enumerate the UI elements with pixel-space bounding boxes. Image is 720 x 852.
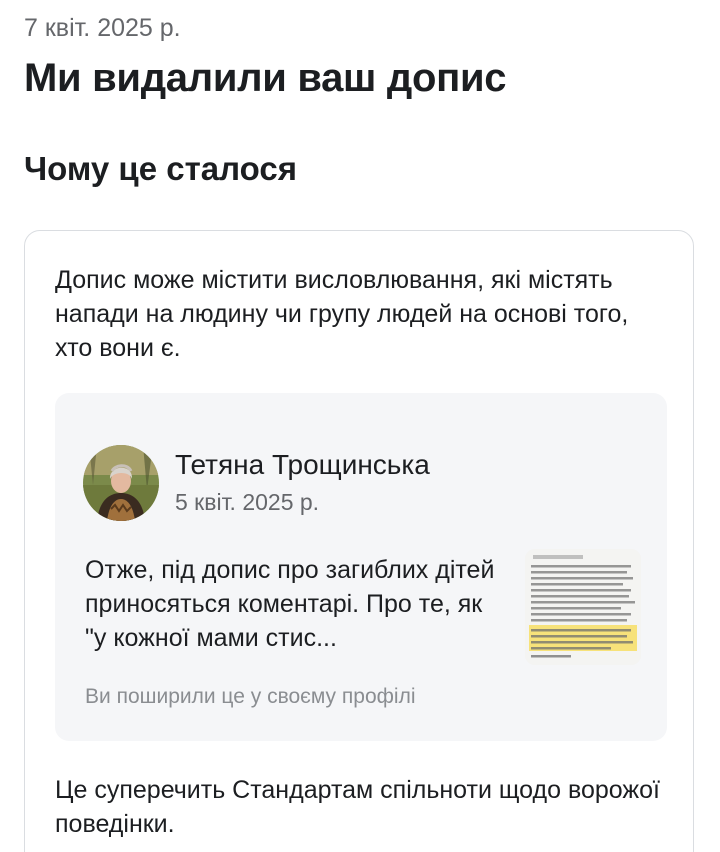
post-image-thumbnail[interactable] [525, 549, 641, 665]
removed-post-preview[interactable]: Тетяна Трощинська 5 квіт. 2025 р. Отже, … [55, 393, 667, 741]
removed-post-notice: 7 квіт. 2025 р. Ми видалили ваш допис Чо… [0, 0, 720, 852]
profile-photo-icon [83, 445, 159, 521]
screenshot-thumbnail-icon [525, 549, 641, 665]
post-author-name[interactable]: Тетяна Трощинська [175, 449, 430, 481]
violation-text: Це суперечить Стандартам спільноти щодо … [55, 776, 660, 838]
post-date: 5 квіт. 2025 р. [175, 489, 320, 515]
reason-text: Допис може містити висловлювання, які мі… [55, 266, 629, 362]
reason-card: Допис може містити висловлювання, які мі… [24, 230, 694, 852]
shared-to-profile-label: Ви поширили це у своєму профілі [85, 685, 416, 708]
page-title: Ми видалили ваш допис [24, 56, 507, 100]
notice-date: 7 квіт. 2025 р. [24, 14, 181, 42]
post-text-preview: Отже, під допис про загиблих дітей прино… [85, 556, 495, 652]
section-title: Чому це сталося [24, 150, 297, 187]
author-avatar[interactable] [83, 445, 159, 521]
